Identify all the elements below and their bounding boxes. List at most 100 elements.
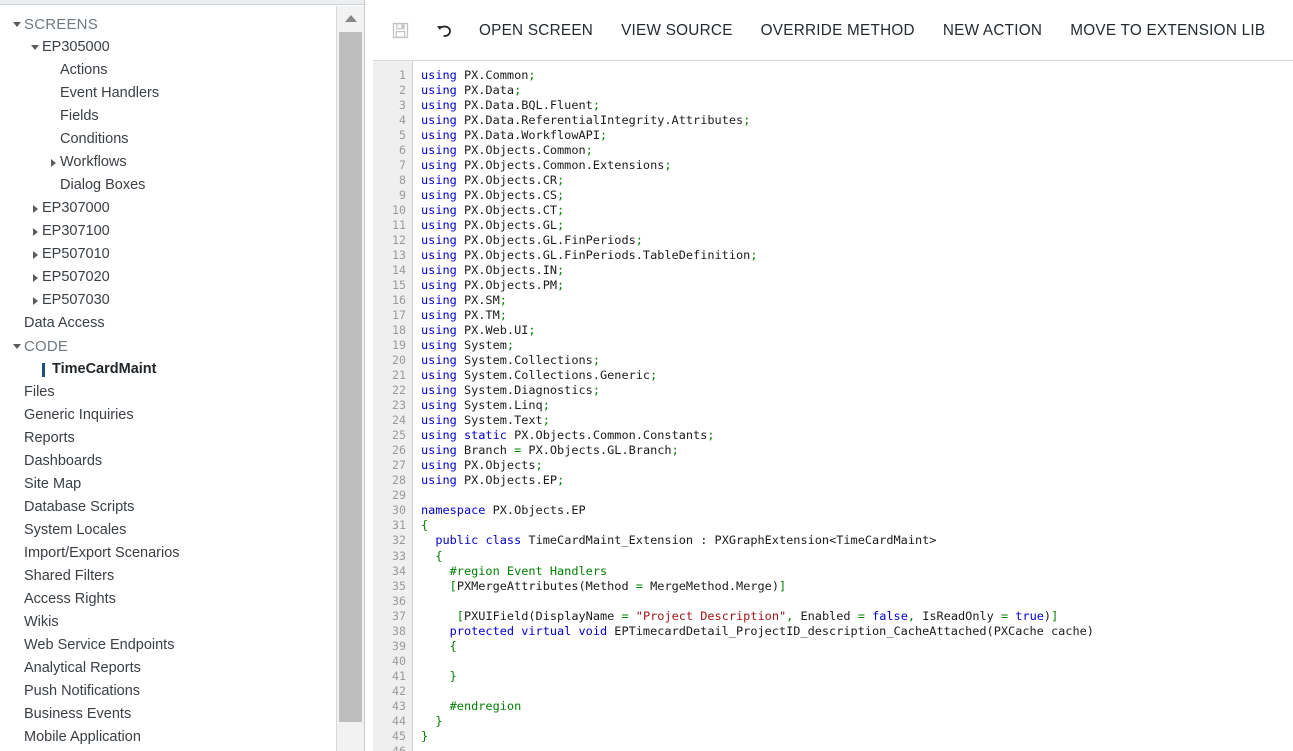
tree-item-site-map[interactable]: Site Map — [0, 473, 336, 496]
tree-item-reports[interactable]: Reports — [0, 427, 336, 450]
code-line[interactable]: using PX.Objects.Common; — [421, 143, 1293, 158]
code-line[interactable]: using System.Collections; — [421, 353, 1293, 368]
chevron-right-icon[interactable] — [28, 266, 42, 289]
tree-item-generic-inquiries[interactable]: Generic Inquiries — [0, 404, 336, 427]
move-to-extension-lib-button[interactable]: MOVE TO EXTENSION LIB — [1057, 11, 1278, 51]
tree-item-files[interactable]: Files — [0, 381, 336, 404]
open-screen-button[interactable]: OPEN SCREEN — [466, 11, 606, 51]
chevron-down-icon[interactable] — [10, 13, 24, 36]
chevron-right-icon[interactable] — [28, 243, 42, 266]
tree-item-ep507030[interactable]: EP507030 — [0, 289, 336, 312]
tree-item-import-export-scenarios[interactable]: Import/Export Scenarios — [0, 542, 336, 565]
new-action-button[interactable]: NEW ACTION — [930, 11, 1055, 51]
override-method-button[interactable]: OVERRIDE METHOD — [748, 11, 928, 51]
code-line[interactable]: using PX.Objects.CR; — [421, 173, 1293, 188]
tree-item-dashboards[interactable]: Dashboards — [0, 450, 336, 473]
chevron-right-icon[interactable] — [28, 220, 42, 243]
code-line[interactable]: using PX.Objects.GL; — [421, 218, 1293, 233]
tree-item-event-handlers[interactable]: Event Handlers — [0, 82, 336, 105]
code-line[interactable]: using PX.Objects.EP; — [421, 473, 1293, 488]
code-line[interactable]: using PX.Objects.CT; — [421, 203, 1293, 218]
code-line[interactable]: { — [421, 518, 1293, 533]
tree-item-wikis[interactable]: Wikis — [0, 611, 336, 634]
code-line[interactable]: using PX.TM; — [421, 308, 1293, 323]
tree-item-system-locales[interactable]: System Locales — [0, 519, 336, 542]
chevron-down-icon[interactable] — [28, 36, 42, 59]
code-line[interactable]: #region Event Handlers — [421, 564, 1293, 579]
code-line[interactable]: public class TimeCardMaint_Extension : P… — [421, 533, 1293, 548]
code-line[interactable]: namespace PX.Objects.EP — [421, 503, 1293, 518]
tree-item-ep305000[interactable]: EP305000 — [0, 36, 336, 59]
code-line[interactable]: { — [421, 549, 1293, 564]
tree-item-timecardmaint[interactable]: TimeCardMaint — [0, 358, 336, 381]
tree-item-ep307100[interactable]: EP307100 — [0, 220, 336, 243]
code-line[interactable]: } — [421, 729, 1293, 744]
tree-item-mobile-application[interactable]: Mobile Application — [0, 726, 336, 749]
code-line[interactable]: #endregion — [421, 699, 1293, 714]
code-line[interactable]: using PX.Objects.GL.FinPeriods.TableDefi… — [421, 248, 1293, 263]
sidebar-scrollbar[interactable] — [336, 6, 364, 751]
code-editor[interactable]: 1 2 3 4 5 6 7 8 9 10 11 12 13 14 15 16 17 18 19 20 21 22 23 24 2… — [373, 61, 1293, 751]
tree-item-access-rights[interactable]: Access Rights — [0, 588, 336, 611]
chevron-down-icon[interactable] — [10, 335, 24, 358]
code-line[interactable]: using System.Collections.Generic; — [421, 368, 1293, 383]
project-tree[interactable]: SCREENS EP305000 Actions Event Handlers Fiel… — [0, 8, 336, 749]
code-line[interactable]: using PX.Objects.CS; — [421, 188, 1293, 203]
tree-item-screens[interactable]: SCREENS — [0, 13, 336, 36]
code-line[interactable]: using PX.Data; — [421, 83, 1293, 98]
tree-item-conditions[interactable]: Conditions — [0, 128, 336, 151]
tree-item-database-scripts[interactable]: Database Scripts — [0, 496, 336, 519]
code-line[interactable]: using PX.Objects.Common.Extensions; — [421, 158, 1293, 173]
code-line[interactable] — [421, 684, 1293, 699]
code-line[interactable] — [421, 488, 1293, 503]
code-line[interactable]: using System.Text; — [421, 413, 1293, 428]
code-line[interactable]: using PX.Objects.GL.FinPeriods; — [421, 233, 1293, 248]
chevron-right-icon[interactable] — [46, 151, 60, 174]
tree-item-workflows[interactable]: Workflows — [0, 151, 336, 174]
code-line[interactable]: using static PX.Objects.Common.Constants… — [421, 428, 1293, 443]
tree-item-ep507010[interactable]: EP507010 — [0, 243, 336, 266]
code-line[interactable]: using PX.Data.BQL.Fluent; — [421, 98, 1293, 113]
tree-item-actions[interactable]: Actions — [0, 59, 336, 82]
code-line[interactable] — [421, 594, 1293, 609]
code-line[interactable]: protected virtual void EPTimecardDetail_… — [421, 624, 1293, 639]
code-line[interactable]: } — [421, 669, 1293, 684]
tree-item-dialog-boxes[interactable]: Dialog Boxes — [0, 174, 336, 197]
code-line[interactable]: using PX.Web.UI; — [421, 323, 1293, 338]
tree-item-ep307000[interactable]: EP307000 — [0, 197, 336, 220]
tree-item-data-access[interactable]: Data Access — [0, 312, 336, 335]
code-line[interactable]: using System.Diagnostics; — [421, 383, 1293, 398]
tree-item-code[interactable]: CODE — [0, 335, 336, 358]
code-line[interactable]: using PX.SM; — [421, 293, 1293, 308]
tree-item-analytical-reports[interactable]: Analytical Reports — [0, 657, 336, 680]
tree-item-push-notifications[interactable]: Push Notifications — [0, 680, 336, 703]
scroll-up-button[interactable] — [337, 6, 364, 30]
code-line[interactable]: [PXMergeAttributes(Method = MergeMethod.… — [421, 579, 1293, 594]
scrollbar-thumb[interactable] — [339, 32, 362, 722]
code-line[interactable] — [421, 744, 1293, 751]
code-line[interactable]: using System; — [421, 338, 1293, 353]
code-text-area[interactable]: using PX.Common; using PX.Data; using PX.D… — [413, 61, 1293, 751]
code-line[interactable]: } — [421, 714, 1293, 729]
code-line[interactable]: using PX.Data.WorkflowAPI; — [421, 128, 1293, 143]
chevron-right-icon[interactable] — [28, 197, 42, 220]
save-button[interactable] — [378, 11, 422, 51]
tree-item-web-service-endpoints[interactable]: Web Service Endpoints — [0, 634, 336, 657]
code-line[interactable]: using PX.Objects.PM; — [421, 278, 1293, 293]
code-line[interactable]: using PX.Common; — [421, 68, 1293, 83]
tree-item-ep507020[interactable]: EP507020 — [0, 266, 336, 289]
tree-item-fields[interactable]: Fields — [0, 105, 336, 128]
tree-item-shared-filters[interactable]: Shared Filters — [0, 565, 336, 588]
chevron-right-icon[interactable] — [28, 289, 42, 312]
tree-item-business-events[interactable]: Business Events — [0, 703, 336, 726]
undo-button[interactable] — [422, 11, 466, 51]
code-line[interactable]: using PX.Objects.IN; — [421, 263, 1293, 278]
code-line[interactable]: using System.Linq; — [421, 398, 1293, 413]
code-line[interactable]: [PXUIField(DisplayName = "Project Descri… — [421, 609, 1293, 624]
code-line[interactable]: { — [421, 639, 1293, 654]
view-source-button[interactable]: VIEW SOURCE — [608, 11, 746, 51]
code-line[interactable]: using PX.Objects; — [421, 458, 1293, 473]
code-line[interactable]: using PX.Data.ReferentialIntegrity.Attri… — [421, 113, 1293, 128]
code-line[interactable] — [421, 654, 1293, 669]
code-line[interactable]: using Branch = PX.Objects.GL.Branch; — [421, 443, 1293, 458]
